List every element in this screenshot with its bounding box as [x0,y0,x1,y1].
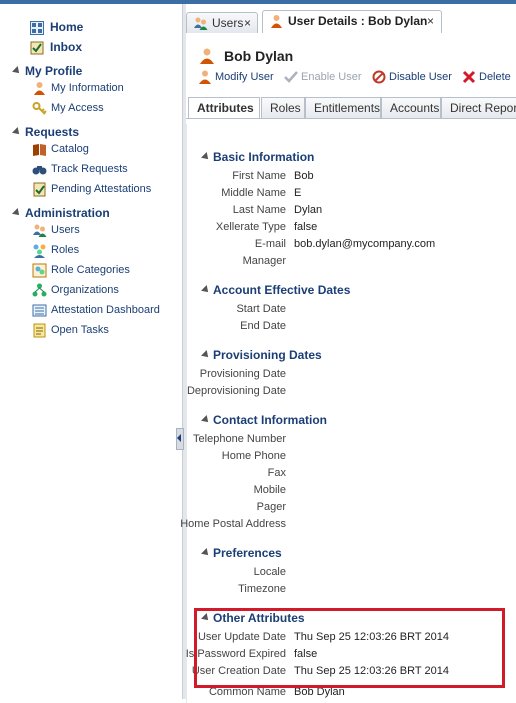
collapse-triangle-icon [12,127,22,137]
field-label: Middle Name [221,187,286,199]
delete-x-icon [462,70,476,84]
close-tab-icon[interactable]: × [244,16,251,30]
field-label: Last Name [232,204,286,216]
collapse-triangle-icon [12,208,22,218]
attestation-icon [33,182,46,197]
field-label: Start Date [236,303,286,315]
field-label: Home Postal Address [180,518,286,530]
nav-section-my-profile[interactable]: My Profile [12,64,82,78]
field-label: Pager [256,501,286,513]
field-value: Bob [294,170,314,182]
nav-section-administration[interactable]: Administration [12,206,110,220]
inbox-icon [30,41,44,55]
nav-inbox-label: Inbox [50,40,82,54]
field-value: bob.dylan@mycompany.com [294,238,436,250]
prohibited-icon [372,70,386,84]
role-categories-icon [32,263,47,278]
field-value: false [294,221,318,233]
tasks-icon [33,323,46,338]
home-icon [30,21,44,35]
collapse-triangle-icon [201,415,211,425]
checkmark-icon [284,71,298,83]
person-icon [271,15,282,28]
highlight-box [194,608,505,688]
collapse-triangle-icon [201,350,211,360]
field-label: Telephone Number [193,433,286,445]
tab-roles[interactable]: Roles [261,97,305,119]
user-toolbar: Modify User Enable User Disable User Del… [186,68,516,86]
tab-divider [186,118,516,119]
users-icon [33,224,47,237]
user-avatar-icon [200,48,214,64]
section-provisioning-dates[interactable]: Provisioning Dates [201,348,322,362]
binoculars-icon [32,166,47,175]
field-value: E [294,187,302,199]
main-content: Users × User Details : Bob Dylan × Bob D… [180,4,516,703]
section-account-effective-dates[interactable]: Account Effective Dates [201,283,350,297]
nav-home-label: Home [50,20,84,34]
dashboard-icon [32,304,47,317]
section-preferences[interactable]: Preferences [201,546,282,560]
field-label: Mobile [253,484,286,496]
field-label: E-mail [254,238,286,250]
key-icon [32,102,47,115]
field-label: Manager [242,255,286,267]
field-label: First Name [232,170,286,182]
field-label: Provisioning Date [199,368,286,380]
person-edit-icon [199,70,211,84]
nav-section-requests[interactable]: Requests [12,125,79,139]
field-label: Home Phone [221,450,286,462]
tab-user-details[interactable]: User Details : Bob Dylan × [262,10,442,33]
organizations-icon [32,283,47,297]
roles-icon [33,244,46,258]
close-tab-icon[interactable]: × [427,14,434,28]
tab-entitlements[interactable]: Entitlements [305,97,381,119]
field-value: Dylan [294,204,323,216]
person-icon [34,82,45,95]
tab-direct-reports[interactable]: Direct Reports [441,97,516,119]
section-contact-information[interactable]: Contact Information [201,413,327,427]
tab-accounts[interactable]: Accounts [381,97,441,119]
tab-users[interactable]: Users × [186,12,258,33]
left-navigation: Home Inbox My Profile My Information My … [0,4,182,699]
collapse-triangle-icon [12,66,22,76]
field-label: Locale [253,566,286,578]
field-label: Timezone [238,583,286,595]
collapse-triangle-icon [201,152,211,162]
section-basic-information[interactable]: Basic Information [201,150,314,164]
field-label: Fax [267,467,286,479]
tab-attributes[interactable]: Attributes [188,97,260,119]
page-title: Bob Dylan [224,48,294,64]
detail-tab-bar: Attributes Roles Entitlements Accounts D… [186,97,516,119]
page-tab-bar: Users × User Details : Bob Dylan × [186,10,516,34]
book-icon [33,144,46,156]
field-label: Xellerate Type [215,221,286,233]
collapse-pane-handle[interactable] [176,428,184,450]
panel-edge [186,124,187,703]
collapse-triangle-icon [201,285,211,295]
field-label: End Date [240,320,286,332]
collapse-triangle-icon [201,548,211,558]
field-label: Deprovisioning Date [186,385,286,397]
users-icon [194,17,208,30]
